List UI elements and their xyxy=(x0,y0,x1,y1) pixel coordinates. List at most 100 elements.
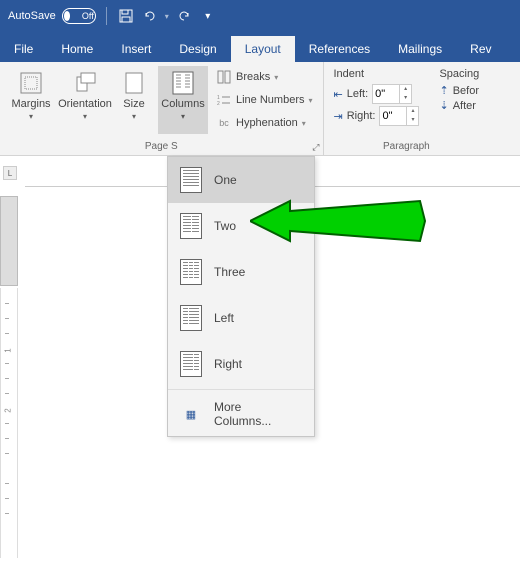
separator xyxy=(168,389,314,390)
tab-home[interactable]: Home xyxy=(47,36,107,62)
indent-left-input[interactable] xyxy=(373,88,399,100)
undo-chevron-icon[interactable]: ▾ xyxy=(165,12,169,21)
indent-right-icon: ⇥ xyxy=(334,110,343,123)
page-setup-group: Margins ▾ Orientation ▾ Size ▾ Columns ▾ xyxy=(0,62,324,156)
orientation-button[interactable]: Orientation ▾ xyxy=(60,66,110,134)
indent-left-icon: ⇤ xyxy=(334,88,343,101)
autosave-label: AutoSave xyxy=(8,10,56,22)
chevron-down-icon: ▾ xyxy=(302,119,306,128)
breaks-label: Breaks xyxy=(236,71,270,83)
columns-icon xyxy=(169,70,197,96)
columns-option-label: Three xyxy=(214,265,245,279)
indent-header: Indent xyxy=(334,68,420,80)
line-numbers-button[interactable]: 12 Line Numbers ▾ xyxy=(212,89,317,111)
more-columns-icon: ▦ xyxy=(180,408,202,421)
orientation-icon xyxy=(71,70,99,96)
tab-layout[interactable]: Layout xyxy=(231,36,295,62)
autosave-state: Off xyxy=(82,11,94,21)
vertical-ruler[interactable]: 1 2 xyxy=(0,196,20,561)
chevron-down-icon: ▾ xyxy=(83,112,87,121)
spin-up-icon[interactable]: ▴ xyxy=(407,107,418,116)
size-icon xyxy=(120,70,148,96)
indent-left-spinner[interactable]: ▴▾ xyxy=(372,84,412,104)
ruler-body: 1 2 xyxy=(0,288,18,558)
more-columns-label: More Columns... xyxy=(214,400,302,428)
tab-insert[interactable]: Insert xyxy=(107,36,165,62)
hyphenation-button[interactable]: bc Hyphenation ▾ xyxy=(212,112,317,134)
spacing-after-label: After xyxy=(453,100,476,112)
spin-up-icon[interactable]: ▴ xyxy=(400,85,411,94)
title-bar: AutoSave Off ▾ ▾ xyxy=(0,0,520,32)
columns-label: Columns xyxy=(161,98,204,110)
one-column-icon xyxy=(180,167,202,193)
tab-review[interactable]: Rev xyxy=(456,36,505,62)
page-setup-group-name: Page S xyxy=(6,141,317,154)
ruler-margin-area xyxy=(0,196,18,286)
spin-down-icon[interactable]: ▾ xyxy=(407,116,418,125)
ribbon-tabs: File Home Insert Design Layout Reference… xyxy=(0,32,520,62)
tab-mailings[interactable]: Mailings xyxy=(384,36,456,62)
orientation-label: Orientation xyxy=(58,98,112,110)
hyphenation-icon: bc xyxy=(216,115,232,131)
line-numbers-icon: 12 xyxy=(216,92,232,108)
two-column-icon xyxy=(180,213,202,239)
columns-option-label: Left xyxy=(214,311,234,325)
columns-option-label: One xyxy=(214,173,237,187)
spacing-before-icon: ⇡ xyxy=(439,84,448,97)
tab-references[interactable]: References xyxy=(295,36,384,62)
svg-text:2: 2 xyxy=(217,101,220,107)
columns-option-right[interactable]: Right xyxy=(168,341,314,387)
chevron-down-icon: ▾ xyxy=(132,112,136,121)
breaks-icon xyxy=(216,69,232,85)
columns-option-left[interactable]: Left xyxy=(168,295,314,341)
indent-left-label: Left: xyxy=(347,88,368,100)
toggle-dot-icon xyxy=(64,11,70,21)
document-workspace: L 1 2 One Two Three Left xyxy=(0,156,520,561)
ribbon: Margins ▾ Orientation ▾ Size ▾ Columns ▾ xyxy=(0,62,520,156)
hyphenation-label: Hyphenation xyxy=(236,117,298,129)
redo-icon[interactable] xyxy=(175,7,193,25)
spacing-header: Spacing xyxy=(439,68,479,80)
margins-button[interactable]: Margins ▾ xyxy=(6,66,56,134)
indent-right-spinner[interactable]: ▴▾ xyxy=(379,106,419,126)
ruler-mark: 2 xyxy=(4,408,13,412)
spacing-before-label: Befor xyxy=(453,85,479,97)
columns-option-one[interactable]: One xyxy=(168,157,314,203)
columns-button[interactable]: Columns ▾ xyxy=(158,66,208,134)
size-label: Size xyxy=(123,98,144,110)
undo-icon[interactable] xyxy=(141,7,159,25)
more-columns-option[interactable]: ▦ More Columns... xyxy=(168,392,314,436)
left-column-icon xyxy=(180,305,202,331)
columns-option-three[interactable]: Three xyxy=(168,249,314,295)
tab-design[interactable]: Design xyxy=(165,36,230,62)
three-column-icon xyxy=(180,259,202,285)
customize-qat-icon[interactable]: ▾ xyxy=(199,7,217,25)
page-setup-launcher-icon[interactable]: ⤢ xyxy=(312,142,319,153)
columns-dropdown: One Two Three Left Right ▦ More Columns.… xyxy=(167,156,315,437)
chevron-down-icon: ▾ xyxy=(29,112,33,121)
size-button[interactable]: Size ▾ xyxy=(114,66,154,134)
autosave-control[interactable]: AutoSave Off xyxy=(8,8,96,24)
line-numbers-label: Line Numbers xyxy=(236,94,304,106)
columns-option-label: Right xyxy=(214,357,242,371)
paragraph-group-name: Paragraph xyxy=(330,141,484,154)
right-column-icon xyxy=(180,351,202,377)
breaks-button[interactable]: Breaks ▾ xyxy=(212,66,317,88)
ruler-mark: 1 xyxy=(4,348,13,352)
chevron-down-icon: ▾ xyxy=(274,73,278,82)
columns-option-two[interactable]: Two xyxy=(168,203,314,249)
indent-right-label: Right: xyxy=(347,110,376,122)
spacing-after-icon: ⇣ xyxy=(439,99,448,112)
chevron-down-icon: ▾ xyxy=(308,96,312,105)
separator xyxy=(106,7,107,25)
indent-right-input[interactable] xyxy=(380,110,406,122)
tab-file[interactable]: File xyxy=(0,36,47,62)
paragraph-group: Indent ⇤ Left: ▴▾ ⇥ Right: ▴▾ Spacing ⇡ … xyxy=(324,62,490,156)
margins-label: Margins xyxy=(11,98,50,110)
chevron-down-icon: ▾ xyxy=(181,112,185,121)
autosave-toggle[interactable]: Off xyxy=(62,8,96,24)
save-icon[interactable] xyxy=(117,7,135,25)
spin-down-icon[interactable]: ▾ xyxy=(400,94,411,103)
ruler-corner[interactable]: L xyxy=(3,166,17,180)
columns-option-label: Two xyxy=(214,219,236,233)
